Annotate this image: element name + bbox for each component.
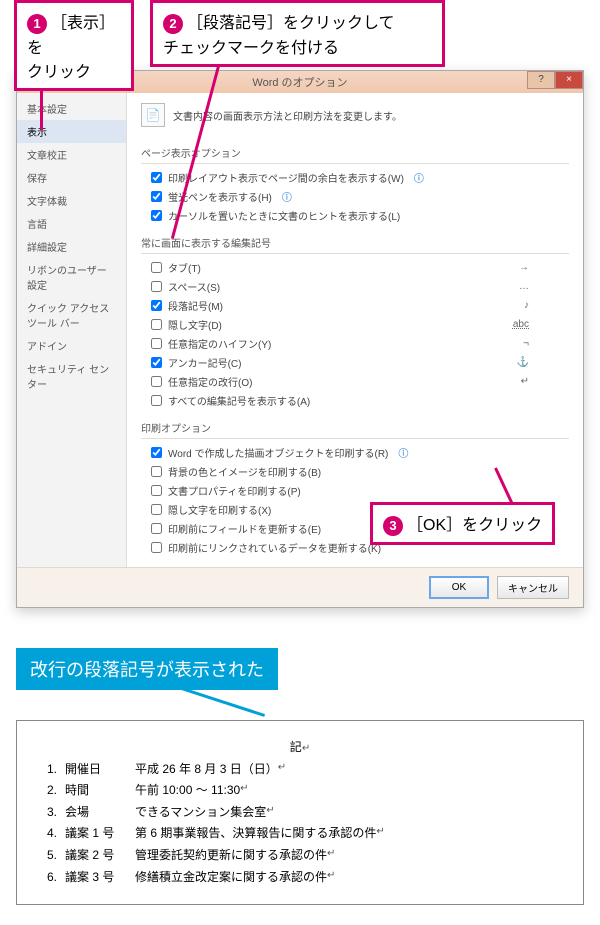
section-print-options: 印刷オプション [141,420,569,439]
sidebar-item-qat[interactable]: クイック アクセス ツール バー [17,296,126,334]
chk-update-links[interactable] [151,542,162,553]
chk-space[interactable] [151,281,162,292]
paragraph-mark-icon: ↵ [327,867,335,889]
opt-print-background[interactable]: 背景の色とイメージを印刷する(B) [141,462,569,481]
opt-optional-break[interactable]: 任意指定の改行(O)↵ [141,372,569,391]
opt-anchor[interactable]: アンカー記号(C)⚓ [141,353,569,372]
paragraph-mark-icon: ↵ [327,845,335,867]
opt-print-drawings[interactable]: Word で作成した描画オブジェクトを印刷する(R)ⓘ [141,443,569,462]
chk-print-hidden[interactable] [151,504,162,515]
dialog-footer: OK キャンセル [17,567,583,607]
opt-paragraph-mark[interactable]: 段落記号(M)♪ [141,296,569,315]
chk-optional-break[interactable] [151,376,162,387]
list-item: 3.会場できるマンション集会室↵ [47,802,559,824]
paragraph-mark-icon: ↵ [240,780,248,802]
sidebar-item-ribbon[interactable]: リボンのユーザー設定 [17,258,126,296]
callout-2-text: ［段落記号］をクリックして チェックマークを付ける [163,15,395,57]
paragraph-mark-icon: ↵ [266,802,274,824]
chk-tab[interactable] [151,262,162,273]
chk-hidden-text[interactable] [151,319,162,330]
list-item: 2.時間午前 10:00 ～ 11:30↵ [47,780,559,802]
info-icon[interactable]: ⓘ [398,445,408,460]
info-icon[interactable]: ⓘ [282,189,292,204]
document-result: 記↵ 1.開催日平成 26 年 8 月 3 日（日）↵ 2.時間午前 10:00… [16,720,584,905]
chk-optional-hyphen[interactable] [151,338,162,349]
window-buttons: ? × [527,71,583,89]
symbol-space: … [519,281,529,292]
opt-page-margins[interactable]: 印刷レイアウト表示でページ間の余白を表示する(W)ⓘ [141,168,569,187]
info-icon[interactable]: ⓘ [414,170,424,185]
callout-num-2: 2 [163,14,183,34]
chk-page-margins[interactable] [151,172,162,183]
sidebar-item-save[interactable]: 保存 [17,166,126,189]
opt-tooltips[interactable]: カーソルを置いたときに文書のヒントを表示する(L) [141,206,569,225]
callout-2: 2［段落記号］をクリックして チェックマークを付ける [150,0,445,67]
result-callout: 改行の段落記号が表示された [16,648,278,690]
callout-num-1: 1 [27,14,47,34]
chk-print-background[interactable] [151,466,162,477]
sidebar-item-advanced[interactable]: 詳細設定 [17,235,126,258]
symbol-hyphen: ¬ [523,338,529,349]
ok-button[interactable]: OK [429,576,489,599]
sidebar-item-addins[interactable]: アドイン [17,334,126,357]
paragraph-mark-icon: ↵ [302,743,310,754]
paragraph-mark-icon: ↵ [376,823,384,845]
symbol-tab: → [519,262,529,273]
opt-all-marks[interactable]: すべての編集記号を表示する(A) [141,391,569,410]
callout-num-3: 3 [383,516,403,536]
chk-highlighter[interactable] [151,191,162,202]
callout-3-text: ［OK］をクリック [407,517,542,534]
chk-tooltips[interactable] [151,210,162,221]
symbol-anchor: ⚓ [517,357,529,368]
section-icon: 📄 [141,103,165,127]
doc-list: 1.開催日平成 26 年 8 月 3 日（日）↵ 2.時間午前 10:00 ～ … [41,759,559,889]
help-button[interactable]: ? [527,71,555,89]
chk-anchor[interactable] [151,357,162,368]
list-item: 1.開催日平成 26 年 8 月 3 日（日）↵ [47,759,559,781]
symbol-paragraph: ♪ [524,300,529,311]
chk-update-fields[interactable] [151,523,162,534]
opt-hidden-text[interactable]: 隠し文字(D)abc [141,315,569,334]
symbol-break: ↵ [521,376,529,387]
sidebar-item-language[interactable]: 言語 [17,212,126,235]
sidebar-item-general[interactable]: 基本設定 [17,97,126,120]
opt-highlighter[interactable]: 蛍光ペンを表示する(H)ⓘ [141,187,569,206]
opt-optional-hyphen[interactable]: 任意指定のハイフン(Y)¬ [141,334,569,353]
options-panel: 📄 文書内容の画面表示方法と印刷方法を変更します。 ページ表示オプション 印刷レ… [127,93,583,567]
doc-heading: 記↵ [41,737,559,759]
section-page-display: ページ表示オプション [141,145,569,164]
result-text: 改行の段落記号が表示された [30,660,264,680]
chk-all-marks[interactable] [151,395,162,406]
list-item: 5.議案 2 号管理委託契約更新に関する承認の件↵ [47,845,559,867]
sidebar-item-display[interactable]: 表示 [17,120,126,143]
sidebar-item-typography[interactable]: 文字体裁 [17,189,126,212]
symbol-hidden: abc [513,319,529,330]
chk-paragraph-mark[interactable] [151,300,162,311]
opt-tab[interactable]: タブ(T)→ [141,258,569,277]
section-formatting-marks: 常に画面に表示する編集記号 [141,235,569,254]
chk-print-properties[interactable] [151,485,162,496]
callout-1: 1［表示］を クリック [14,0,134,91]
sidebar-item-proofing[interactable]: 文章校正 [17,143,126,166]
tutorial-step-area: 1［表示］を クリック 2［段落記号］をクリックして チェックマークを付ける W… [0,0,600,608]
category-sidebar: 基本設定 表示 文章校正 保存 文字体裁 言語 詳細設定 リボンのユーザー設定 … [17,93,127,567]
paragraph-mark-icon: ↵ [278,759,286,781]
callout-3: 3［OK］をクリック [370,502,555,545]
cancel-button[interactable]: キャンセル [497,576,569,599]
list-item: 4.議案 1 号第 6 期事業報告、決算報告に関する承認の件↵ [47,823,559,845]
list-item: 6.議案 3 号修繕積立金改定案に関する承認の件↵ [47,867,559,889]
sidebar-item-trust[interactable]: セキュリティ センター [17,357,126,395]
opt-space[interactable]: スペース(S)… [141,277,569,296]
close-button[interactable]: × [555,71,583,89]
chk-print-drawings[interactable] [151,447,162,458]
